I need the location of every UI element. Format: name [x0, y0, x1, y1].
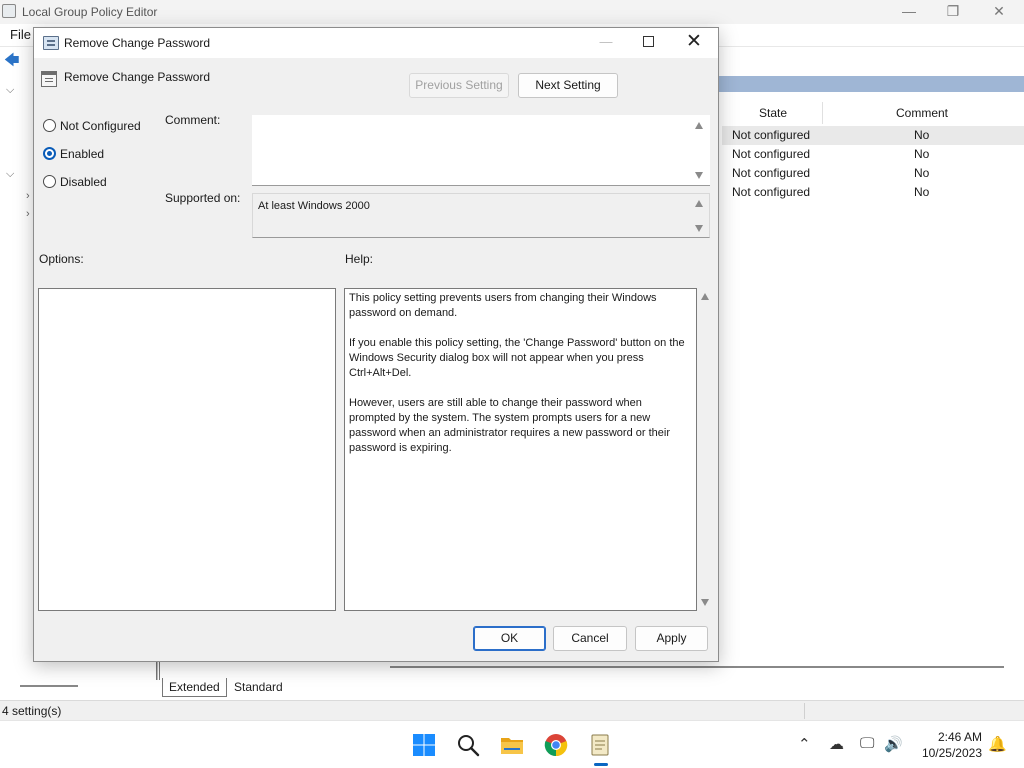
comment-field[interactable] — [252, 115, 710, 186]
tree-collapse-icon[interactable]: ⌵ — [6, 84, 14, 97]
cell-comment: No — [914, 185, 930, 199]
next-setting-button[interactable]: Next Setting — [518, 73, 618, 98]
cell-state: Not configured — [732, 147, 811, 161]
minimize-button[interactable]: — — [886, 0, 932, 24]
cell-state: Not configured — [732, 166, 811, 180]
search-icon[interactable] — [456, 733, 480, 757]
volume-icon[interactable]: 🔊 — [884, 735, 903, 753]
help-panel[interactable]: This policy setting prevents users from … — [344, 288, 697, 611]
tree-expand-icon[interactable]: › — [26, 190, 30, 202]
app-title: Local Group Policy Editor — [22, 5, 158, 19]
radio-enabled-dot[interactable] — [43, 147, 56, 160]
status-text: 4 setting(s) — [2, 704, 62, 718]
dialog-maximize-button[interactable] — [636, 28, 660, 58]
table-row[interactable]: Not configured No — [722, 164, 1024, 183]
table-row[interactable]: Not configured No — [722, 183, 1024, 202]
app-icon — [2, 4, 16, 18]
chrome-icon[interactable] — [544, 733, 568, 757]
tree-expand-icon[interactable]: › — [26, 208, 30, 220]
supported-on-field: At least Windows 2000 — [252, 193, 710, 238]
dialog-title: Remove Change Password — [64, 36, 211, 50]
scroll-down-arrow-icon[interactable] — [695, 172, 703, 179]
table-row[interactable]: Not configured No — [722, 126, 1024, 145]
start-icon[interactable] — [412, 733, 436, 757]
show-hidden-icons-chevron-icon[interactable]: ⌃ — [798, 735, 811, 753]
menu-file[interactable]: File — [10, 27, 31, 42]
file-explorer-icon[interactable] — [500, 733, 524, 757]
list-horizontal-scrollbar[interactable] — [390, 666, 1004, 668]
network-icon[interactable]: 🖵 — [860, 735, 874, 752]
dialog-close-button[interactable]: ✕ — [682, 28, 706, 58]
scroll-down-arrow-icon[interactable] — [695, 225, 703, 232]
list-header-band — [718, 76, 1024, 92]
radio-enabled[interactable]: Enabled — [43, 145, 193, 163]
tab-standard[interactable]: Standard — [228, 678, 289, 697]
policy-dialog-icon — [43, 36, 59, 50]
radio-disabled-dot[interactable] — [43, 175, 56, 188]
ok-button[interactable]: OK — [473, 626, 546, 651]
clock-time: 2:46 AM — [937, 730, 982, 744]
notepad-icon[interactable] — [588, 733, 612, 757]
supported-on-value: At least Windows 2000 — [258, 200, 370, 212]
clock[interactable]: 2:46 AM 10/25/2023 — [906, 729, 982, 761]
scroll-up-arrow-icon[interactable] — [695, 122, 703, 129]
supported-on-label: Supported on: — [165, 191, 241, 205]
help-paragraph: If you enable this policy setting, the '… — [349, 337, 685, 379]
tree-horizontal-scrollbar[interactable] — [20, 685, 78, 687]
column-header-comment[interactable]: Comment — [896, 106, 948, 120]
help-paragraph: This policy setting prevents users from … — [349, 292, 657, 319]
column-separator[interactable] — [822, 102, 823, 124]
cell-state: Not configured — [732, 185, 811, 199]
scroll-up-arrow-icon[interactable] — [695, 200, 703, 207]
previous-setting-button[interactable]: Previous Setting — [409, 73, 509, 98]
active-app-indicator — [594, 763, 608, 766]
taskbar: ⌃ ☁ 🖵 🔊 2:46 AM 10/25/2023 🔔 — [0, 720, 1024, 768]
options-label: Options: — [39, 252, 84, 266]
help-scroll-up-arrow-icon[interactable] — [701, 293, 709, 300]
apply-button[interactable]: Apply — [635, 626, 708, 651]
column-header-state[interactable]: State — [759, 106, 787, 120]
close-button[interactable]: ✕ — [976, 0, 1022, 24]
policy-setting-icon — [41, 71, 57, 87]
cell-comment: No — [914, 166, 930, 180]
status-divider — [804, 703, 805, 719]
policy-dialog: Remove Change Password — ✕ Remove Change… — [33, 27, 719, 662]
policy-name: Remove Change Password — [64, 70, 211, 84]
app-titlebar: Local Group Policy Editor — ❐ ✕ — [0, 0, 1024, 24]
notification-bell-icon[interactable]: 🔔 — [988, 735, 1007, 753]
comment-label: Comment: — [165, 113, 221, 127]
tree-collapse-icon[interactable]: ⌵ — [6, 168, 14, 181]
cell-state: Not configured — [732, 128, 811, 142]
pane-splitter[interactable] — [156, 662, 160, 680]
radio-disabled[interactable]: Disabled — [43, 173, 193, 191]
dialog-titlebar[interactable]: Remove Change Password — ✕ — [34, 28, 718, 58]
radio-enabled-label: Enabled — [60, 147, 105, 161]
help-label: Help: — [345, 252, 374, 266]
cell-comment: No — [914, 128, 930, 142]
status-bar: 4 setting(s) — [0, 700, 1024, 720]
maximize-icon — [643, 36, 654, 47]
table-row[interactable]: Not configured No — [722, 145, 1024, 164]
onedrive-icon[interactable]: ☁ — [829, 735, 844, 753]
tab-extended[interactable]: Extended — [162, 678, 227, 697]
cancel-button[interactable]: Cancel — [553, 626, 627, 651]
cell-comment: No — [914, 147, 930, 161]
help-scroll-down-arrow-icon[interactable] — [701, 599, 709, 606]
dialog-minimize-button: — — [599, 34, 613, 49]
radio-not-configured-label: Not Configured — [60, 119, 141, 133]
restore-button[interactable]: ❐ — [930, 0, 976, 24]
help-paragraph: However, users are still able to change … — [349, 397, 670, 454]
radio-disabled-label: Disabled — [60, 175, 107, 189]
radio-not-configured-dot[interactable] — [43, 119, 56, 132]
clock-date: 10/25/2023 — [921, 746, 982, 760]
options-panel — [38, 288, 336, 611]
